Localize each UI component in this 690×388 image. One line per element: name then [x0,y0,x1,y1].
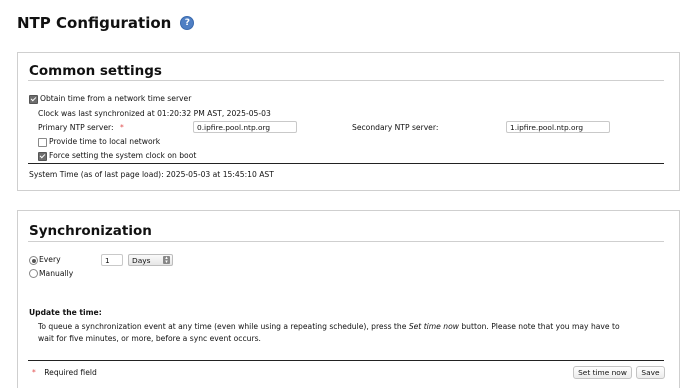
save-button[interactable]: Save [636,366,665,379]
interval-unit-value: Days [132,256,151,265]
sync-description-part1: To queue a synchronization event at any … [38,322,409,331]
manually-label: Manually [39,269,74,278]
force-clock-label: Force setting the system clock on boot [49,151,197,160]
update-time-heading: Update the time: [29,308,102,317]
common-settings-heading: Common settings [29,63,162,79]
obtain-time-label: Obtain time from a network time server [40,94,192,103]
obtain-time-checkbox[interactable] [29,95,38,104]
secondary-ntp-input[interactable]: 1.ipfire.pool.ntp.org [506,121,610,133]
page-title: NTP Configuration ? [17,14,195,32]
common-settings-divider [28,163,664,164]
common-settings-panel: Common settings Obtain time from a netwo… [17,52,680,191]
sync-description-line2: wait for five minutes, or more, before a… [38,334,261,343]
every-radio[interactable] [29,256,38,265]
page-title-text: NTP Configuration [17,14,172,32]
system-time-text: System Time (as of last page load): 2025… [29,170,274,179]
select-arrows-icon: ▴ ▾ [163,256,170,265]
last-sync-text: Clock was last synchronized at 01:20:32 … [38,109,271,118]
sync-description-line1: To queue a synchronization event at any … [38,322,620,331]
secondary-ntp-label: Secondary NTP server: [352,123,439,132]
primary-ntp-label: Primary NTP server: * [38,123,124,132]
set-time-now-button[interactable]: Set time now [573,366,632,379]
required-field-legend: * Required field [32,368,97,377]
sync-heading-divider [28,241,664,242]
primary-ntp-input[interactable]: 0.ipfire.pool.ntp.org [193,121,297,133]
synchronization-heading: Synchronization [29,223,152,239]
manually-radio[interactable] [29,269,38,278]
required-field-label: Required field [44,368,97,377]
sync-divider [28,360,664,361]
provide-time-checkbox[interactable] [38,138,47,147]
sync-description-button-name: Set time now [408,322,459,331]
help-icon[interactable]: ? [180,16,195,30]
force-clock-checkbox[interactable] [38,152,47,161]
interval-input[interactable]: 1 [101,254,123,266]
primary-required-mark: * [119,123,124,132]
common-heading-divider [28,80,664,81]
required-field-mark: * [32,368,36,377]
primary-ntp-label-text: Primary NTP server: [38,123,114,132]
interval-unit-select[interactable]: Days ▴ ▾ [128,254,173,266]
sync-description-part2: button. Please note that you may have to [458,322,620,331]
synchronization-panel: Synchronization Every 1 Days ▴ ▾ Manually… [17,210,680,388]
provide-time-label: Provide time to local network [49,137,161,146]
every-label: Every [39,255,61,264]
